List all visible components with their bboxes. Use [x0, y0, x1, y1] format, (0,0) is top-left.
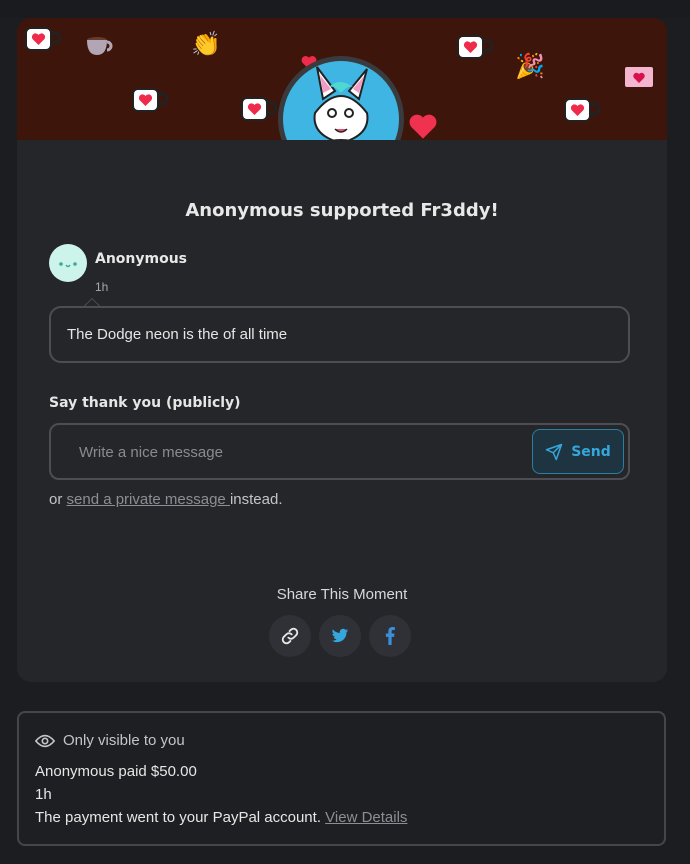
- paper-plane-icon: [545, 443, 563, 460]
- party-popper-icon: 🎉: [515, 53, 545, 80]
- smiley-face-icon: [59, 262, 77, 268]
- private-notice: Only visible to you Anonymous paid $50.0…: [17, 711, 666, 846]
- twitter-share-button[interactable]: [319, 615, 361, 657]
- private-message-line: or send a private message instead.: [49, 491, 283, 508]
- view-details-link[interactable]: View Details: [325, 809, 407, 826]
- visibility-row: Only visible to you: [35, 732, 185, 749]
- eye-icon: [35, 734, 55, 747]
- heart-mug-icon: [25, 27, 61, 51]
- reply-input[interactable]: [65, 434, 525, 470]
- clapping-hands-icon: 👏: [191, 31, 221, 58]
- send-button[interactable]: Send: [532, 429, 624, 474]
- heart-mug-icon: [241, 97, 277, 121]
- heart-mug-icon: [132, 88, 168, 112]
- heart-icon: [409, 114, 437, 139]
- copy-link-button[interactable]: [269, 615, 311, 657]
- supporter-message-text: The Dodge neon is the of all time: [67, 326, 288, 343]
- facebook-icon: [385, 627, 395, 645]
- paid-amount: Anonymous paid $50.00: [35, 763, 197, 780]
- send-button-label: Send: [571, 443, 611, 460]
- heart-mug-icon: [457, 35, 493, 59]
- private-suffix: instead.: [229, 491, 283, 508]
- avatar: [49, 244, 87, 282]
- share-title: Share This Moment: [276, 586, 408, 603]
- heart-mug-icon: [564, 98, 600, 122]
- payment-text: The payment went to your PayPal account.: [35, 809, 326, 826]
- reply-label: Say thank you (publicly): [49, 395, 241, 411]
- reply-box: Send: [49, 423, 630, 480]
- twitter-icon: [331, 628, 349, 643]
- heart-card-icon: [625, 67, 653, 87]
- creator-avatar: [278, 56, 404, 140]
- payment-line: The payment went to your PayPal account.…: [35, 809, 407, 826]
- supporter-name: Anonymous: [95, 251, 188, 267]
- celebration-banner: 👏 🎉: [17, 18, 667, 140]
- top-strip: [0, 0, 690, 18]
- visibility-label: Only visible to you: [63, 732, 185, 749]
- supporter-timestamp: 1h: [95, 280, 109, 294]
- coffee-cup-icon: [87, 37, 113, 55]
- private-message-link[interactable]: send a private message: [67, 491, 230, 508]
- link-icon: [281, 627, 299, 645]
- private-prefix: or: [49, 491, 67, 508]
- supporter-message: The Dodge neon is the of all time: [49, 306, 630, 363]
- support-card: 👏 🎉 Anonymous supported Fr3ddy! Anonymou…: [17, 18, 667, 682]
- furry-character-icon: [313, 66, 369, 140]
- notice-timestamp: 1h: [35, 786, 52, 803]
- facebook-share-button[interactable]: [369, 615, 411, 657]
- support-title: Anonymous supported Fr3ddy!: [185, 200, 499, 221]
